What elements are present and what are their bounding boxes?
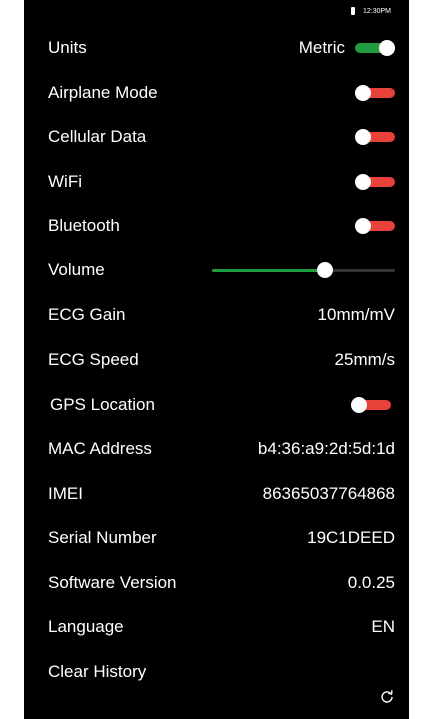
bluetooth-label: Bluetooth: [48, 216, 120, 235]
cellular-data-label: Cellular Data: [48, 127, 147, 146]
serial-number-value: 19C1DEED: [307, 528, 395, 547]
language-label: Language: [48, 617, 124, 636]
units-row: Units Metric: [24, 26, 409, 70]
ecg-speed-label: ECG Speed: [48, 350, 139, 369]
cellular-data-row: Cellular Data: [24, 115, 409, 159]
status-time: 12:30PM: [362, 8, 391, 15]
bluetooth-row: Bluetooth: [24, 204, 409, 248]
airplane-mode-row: Airplane Mode: [24, 71, 409, 115]
cellular-data-toggle[interactable]: [355, 129, 395, 145]
language-value: EN: [371, 617, 395, 636]
airplane-mode-label: Airplane Mode: [48, 83, 158, 102]
clear-history-label: Clear History: [48, 662, 147, 681]
imei-value: 86365037764868: [262, 484, 395, 503]
serial-number-row: Serial Number 19C1DEED: [24, 516, 409, 560]
mac-address-value: b4:36:a9:2d:5d:1d: [257, 439, 395, 458]
settings-screen: 12:30PM Units Metric Airplane Mode Cellu…: [24, 0, 409, 719]
volume-label: Volume: [48, 260, 105, 279]
airplane-mode-toggle[interactable]: [355, 85, 395, 101]
ecg-speed-row[interactable]: ECG Speed 25mm/s: [24, 338, 409, 382]
software-version-label: Software Version: [48, 573, 177, 592]
units-label: Units: [48, 38, 87, 57]
imei-label: IMEI: [48, 484, 83, 503]
wifi-label: WiFi: [48, 172, 82, 191]
ecg-gain-value: 10mm/mV: [317, 305, 395, 324]
serial-number-label: Serial Number: [48, 528, 157, 547]
mac-address-label: MAC Address: [48, 439, 152, 458]
language-row[interactable]: Language EN: [24, 605, 409, 649]
software-version-row: Software Version 0.0.25: [24, 561, 409, 605]
bluetooth-toggle[interactable]: [355, 218, 395, 234]
software-version-value: 0.0.25: [347, 573, 395, 592]
imei-row: IMEI 86365037764868: [24, 472, 409, 516]
battery-icon: [351, 7, 355, 15]
volume-slider-fill: [212, 269, 326, 272]
gps-location-toggle[interactable]: [351, 397, 391, 413]
refresh-icon[interactable]: [379, 689, 395, 705]
units-toggle[interactable]: [355, 40, 395, 56]
volume-slider-thumb[interactable]: [317, 262, 334, 278]
gps-location-label: GPS Location: [50, 395, 155, 414]
wifi-toggle[interactable]: [355, 174, 395, 190]
ecg-gain-label: ECG Gain: [48, 305, 126, 324]
ecg-speed-value: 25mm/s: [334, 350, 395, 369]
units-value: Metric: [298, 38, 345, 57]
status-bar: 12:30PM: [24, 0, 409, 24]
clear-history-row[interactable]: Clear History: [24, 650, 409, 694]
ecg-gain-row[interactable]: ECG Gain 10mm/mV: [24, 293, 409, 337]
mac-address-row: MAC Address b4:36:a9:2d:5d:1d: [24, 427, 409, 471]
wifi-row: WiFi: [24, 160, 409, 204]
volume-row: Volume: [24, 248, 409, 292]
volume-slider[interactable]: [212, 262, 395, 278]
gps-location-row: GPS Location: [24, 383, 409, 427]
